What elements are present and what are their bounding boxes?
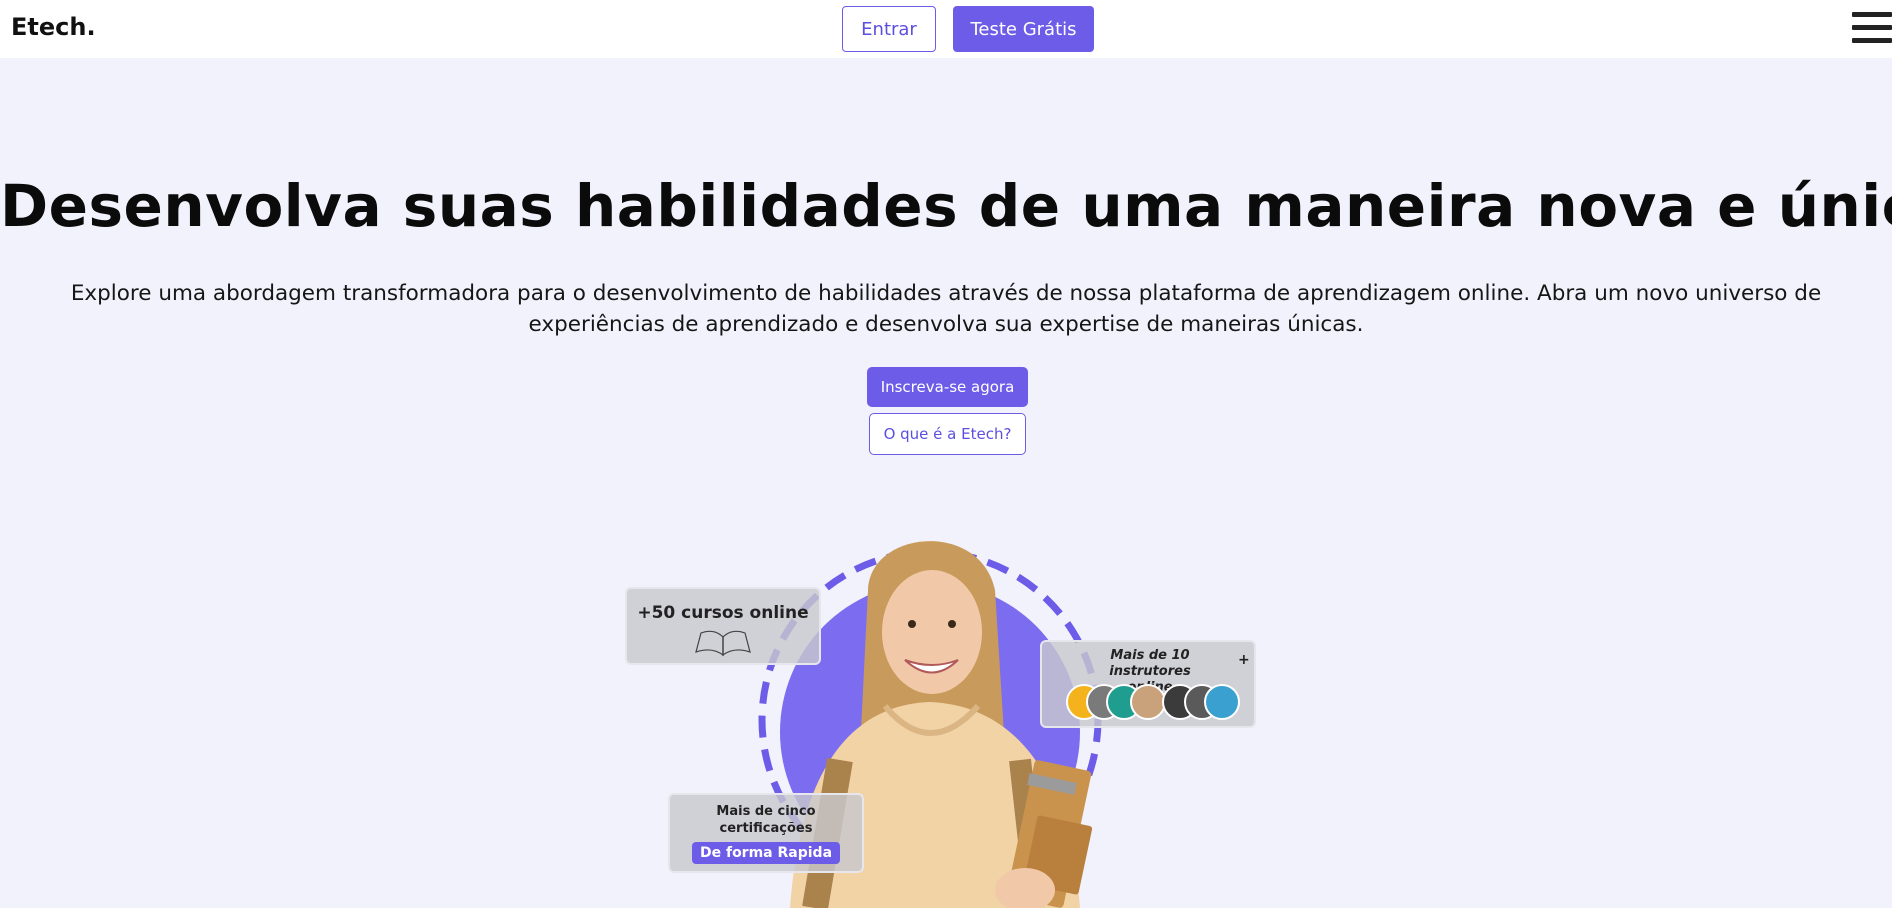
courses-card: +50 cursos online — [625, 587, 821, 665]
what-is-etech-button[interactable]: O que é a Etech? — [869, 413, 1026, 455]
free-trial-button[interactable]: Teste Grátis — [953, 6, 1094, 52]
brand-logo[interactable]: Etech. — [11, 13, 96, 41]
hero-illustration: +50 cursos online Mais de 10 instrutores… — [600, 520, 1300, 908]
open-book-icon — [695, 630, 751, 657]
certifications-text: Mais de cinco certificações — [716, 804, 816, 836]
more-instructors-plus: + — [1238, 652, 1250, 668]
hero-subtitle: Explore uma abordagem transformadora par… — [70, 281, 1822, 337]
courses-text: +50 cursos online — [637, 603, 809, 623]
hamburger-menu-icon[interactable] — [1852, 12, 1892, 46]
certifications-pill: De forma Rapida — [691, 842, 841, 864]
instructor-avatars — [1066, 684, 1256, 722]
signup-button[interactable]: Inscreva-se agora — [867, 367, 1028, 407]
certifications-card: Mais de cinco certificações De forma Rap… — [668, 793, 864, 873]
login-button[interactable]: Entrar — [842, 6, 936, 52]
avatar — [1130, 684, 1166, 720]
avatar — [1204, 684, 1240, 720]
hero-title: Desenvolva suas habilidades de uma manei… — [0, 172, 1892, 240]
instructors-card: Mais de 10 instrutores online + — [1040, 640, 1256, 728]
top-navbar: Etech. Entrar Teste Grátis — [0, 0, 1892, 58]
